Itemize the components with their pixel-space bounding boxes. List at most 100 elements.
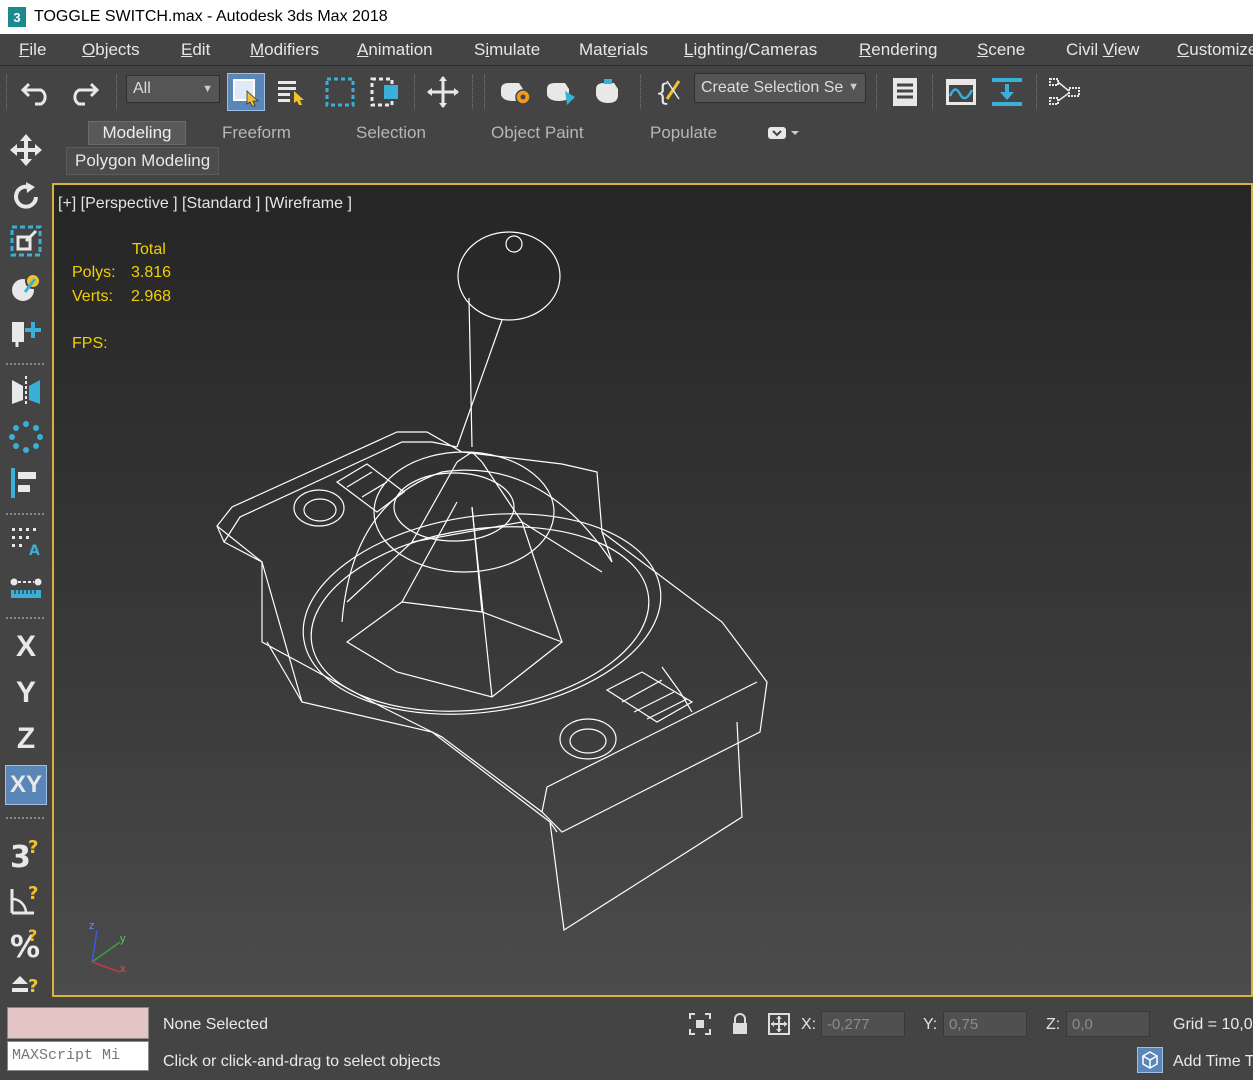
wireframe-model — [91, 231, 768, 973]
align-objects-icon[interactable] — [5, 463, 47, 503]
quick-align-icon[interactable]: A — [5, 521, 47, 561]
ribbon-options-button[interactable] — [756, 121, 810, 145]
render-production-icon[interactable] — [589, 73, 627, 111]
viewport-perspective[interactable]: [+] [Perspective ] [Standard ] [Wirefram… — [52, 183, 1253, 997]
axis-constraint-xy[interactable]: XY — [5, 765, 47, 805]
menu-bar: File Objects Edit Modifiers Animation Si… — [0, 34, 1253, 66]
menu-animation[interactable]: Animation — [357, 40, 433, 60]
svg-text:?: ? — [28, 883, 38, 904]
rendered-frame-window-icon[interactable] — [542, 73, 580, 111]
menu-simulate[interactable]: Simulate — [474, 40, 540, 60]
select-by-name-icon[interactable] — [273, 73, 311, 111]
select-object-icon[interactable] — [227, 73, 265, 111]
toolbar-separator — [932, 75, 934, 109]
grid-size: Grid = 10,0 — [1173, 1016, 1253, 1033]
rectangular-region-icon[interactable] — [321, 73, 359, 111]
leftbar-separator — [6, 363, 44, 365]
svg-text:?: ? — [28, 926, 37, 945]
toolbar-separator — [876, 75, 878, 109]
edit-named-selection-icon[interactable]: { — [650, 73, 688, 111]
toolbar-separator — [116, 75, 118, 109]
main-toolbar: All ▼ { Create Selection Se ▼ — [0, 67, 1253, 117]
toolbar-separator — [640, 75, 642, 109]
absolute-mode-icon[interactable] — [766, 1011, 792, 1037]
toolbar-separator — [6, 75, 8, 109]
snap-toggle-icon[interactable] — [5, 313, 47, 353]
toolbar-separator — [484, 75, 486, 109]
add-time-tag-icon[interactable] — [1137, 1047, 1163, 1073]
render-setup-icon[interactable] — [496, 73, 534, 111]
leftbar-separator — [6, 513, 44, 515]
panel-polygon-modeling[interactable]: Polygon Modeling — [66, 147, 220, 175]
mirror-icon[interactable] — [5, 371, 47, 411]
angle-snap-icon[interactable]: ? — [5, 879, 47, 919]
z-coord-label: Z: — [1046, 1016, 1061, 1033]
z-coord-field[interactable]: 0,0 — [1066, 1011, 1150, 1037]
schematic-view-icon[interactable] — [1046, 73, 1084, 111]
measure-distance-icon[interactable] — [5, 567, 47, 607]
status-bar: MAXScript Mi None Selected Click or clic… — [0, 999, 1253, 1080]
x-coord-field[interactable]: -0,277 — [821, 1011, 905, 1037]
maxscript-listener-output[interactable] — [7, 1007, 149, 1039]
axis-tripod-x: x — [120, 963, 126, 975]
lock-icon[interactable] — [727, 1011, 753, 1037]
y-coord-label: Y: — [923, 1016, 938, 1033]
percent-snap-icon[interactable]: %? — [5, 923, 47, 963]
toolbar-separator — [1036, 75, 1038, 109]
scale-icon[interactable] — [5, 221, 47, 261]
tab-object-paint[interactable]: Object Paint — [481, 121, 594, 145]
toolbar-separator — [414, 75, 416, 109]
tab-selection[interactable]: Selection — [346, 121, 436, 145]
align-icon[interactable] — [988, 73, 1026, 111]
app-icon: 3 — [8, 7, 26, 27]
menu-edit[interactable]: Edit — [181, 40, 210, 60]
chevron-down-icon: ▼ — [202, 83, 213, 95]
axis-tripod-y: y — [120, 933, 126, 945]
select-and-move-icon[interactable] — [424, 73, 462, 111]
x-coord-label: X: — [801, 1016, 817, 1033]
redo-icon[interactable] — [64, 73, 102, 111]
menu-lighting-cameras[interactable]: Lighting/Cameras — [684, 40, 817, 60]
menu-rendering[interactable]: Rendering — [859, 40, 937, 60]
left-command-bar: A X Y Z XY 3? ? %? ? — [0, 117, 52, 1000]
menu-materials[interactable]: Materials — [579, 40, 648, 60]
prompt-line: Click or click-and-drag to select object… — [163, 1053, 441, 1070]
ribbon: Modeling Freeform Selection Object Paint… — [52, 117, 1253, 180]
axis-constraint-x[interactable]: X — [5, 627, 47, 667]
svg-text:A: A — [29, 543, 40, 558]
toolbar-separator — [472, 75, 474, 109]
selection-filter-dropdown[interactable]: All ▼ — [126, 75, 220, 103]
isolate-selection-icon[interactable] — [687, 1011, 713, 1037]
snaps-toggle-icon[interactable]: 3? — [5, 833, 47, 873]
add-time-tag-button[interactable]: Add Time T — [1173, 1053, 1253, 1071]
curve-editor-icon[interactable] — [942, 73, 980, 111]
menu-file[interactable]: File — [19, 40, 46, 60]
axis-constraint-z[interactable]: Z — [5, 719, 47, 759]
tab-modeling[interactable]: Modeling — [88, 121, 186, 145]
window-crossing-icon[interactable] — [367, 73, 405, 111]
menu-customize[interactable]: Customize — [1177, 40, 1253, 60]
y-coord-field[interactable]: 0,75 — [943, 1011, 1027, 1037]
move-icon[interactable] — [5, 130, 47, 170]
array-icon[interactable] — [5, 417, 47, 457]
place-icon[interactable] — [5, 267, 47, 307]
menu-civil-view[interactable]: Civil View — [1066, 40, 1139, 60]
tab-freeform[interactable]: Freeform — [212, 121, 301, 145]
axis-constraint-y[interactable]: Y — [5, 673, 47, 713]
rotate-icon[interactable] — [5, 177, 47, 217]
menu-objects[interactable]: Objects — [82, 40, 140, 60]
named-selection-set-dropdown[interactable]: Create Selection Se ▼ — [694, 73, 866, 103]
tab-populate[interactable]: Populate — [640, 121, 727, 145]
menu-scene[interactable]: Scene — [977, 40, 1025, 60]
selection-filter-value: All — [133, 80, 151, 97]
selection-status: None Selected — [163, 1016, 268, 1033]
svg-text:?: ? — [28, 837, 38, 858]
axis-tripod-z: z — [89, 920, 95, 932]
window-title: TOGGLE SWITCH.max - Autodesk 3ds Max 201… — [34, 8, 388, 25]
named-selection-set-value: Create Selection Se — [701, 79, 844, 96]
undo-icon[interactable] — [18, 73, 56, 111]
maxscript-mini-listener[interactable]: MAXScript Mi — [7, 1041, 149, 1071]
leftbar-separator — [6, 617, 44, 619]
scene-explorer-icon[interactable] — [886, 73, 924, 111]
menu-modifiers[interactable]: Modifiers — [250, 40, 319, 60]
